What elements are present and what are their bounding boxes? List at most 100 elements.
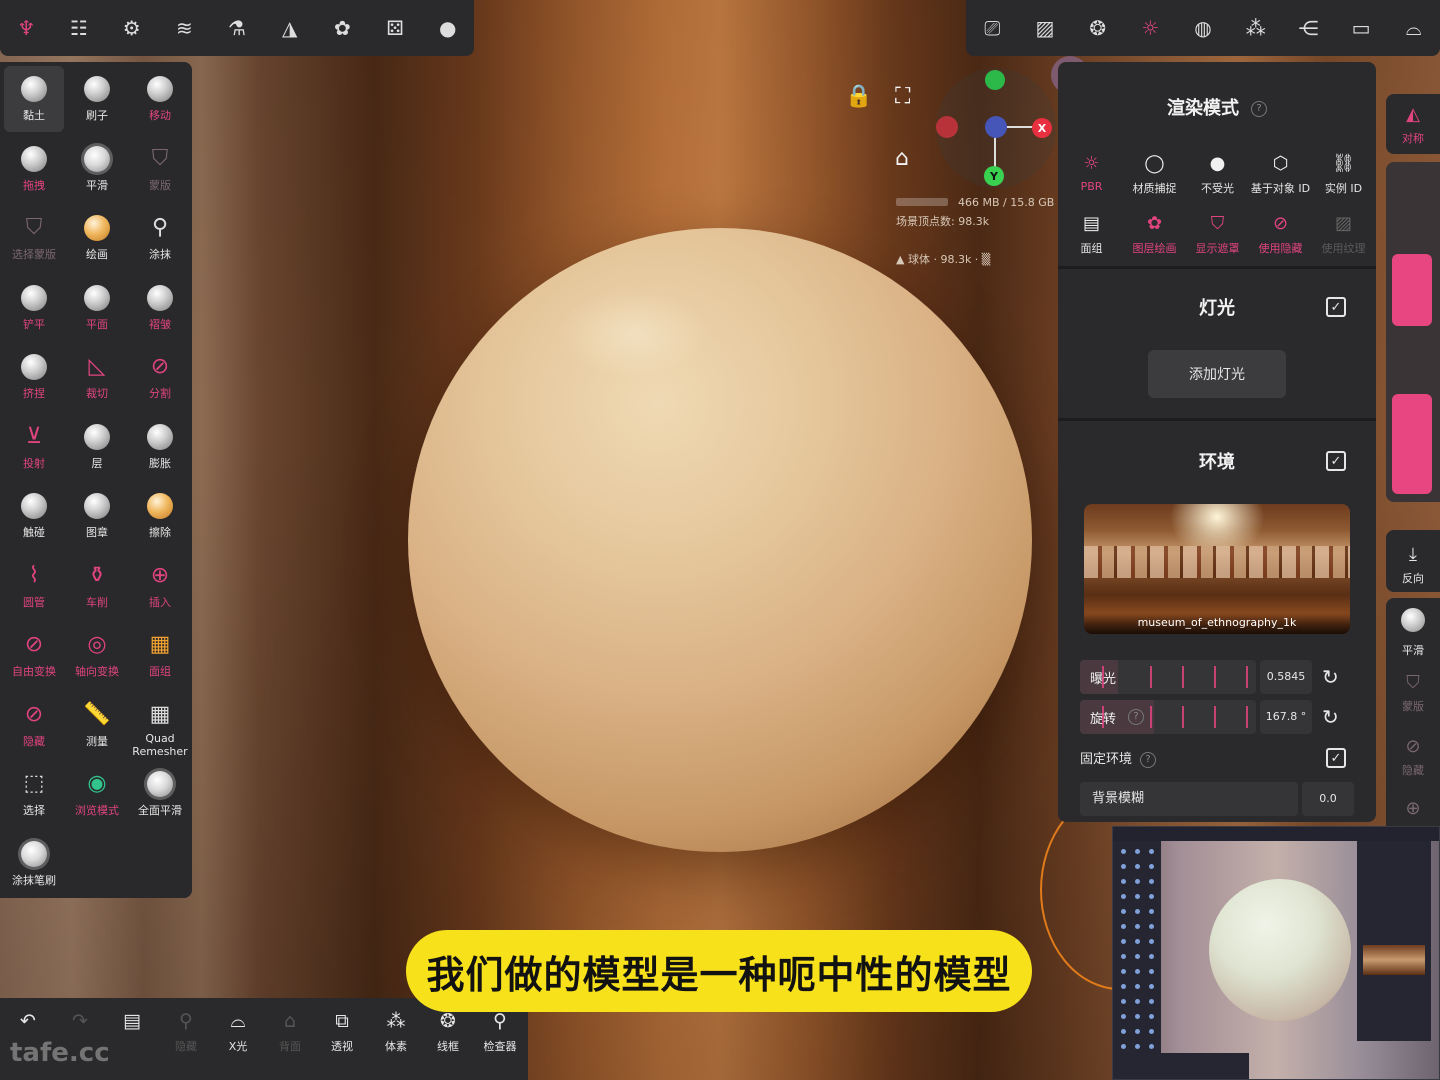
object-info[interactable]: ▲ 球体 · 98.3k · ▒	[896, 251, 990, 267]
tool-21[interactable]: 擦除	[130, 483, 190, 549]
render-mode-option[interactable]: ▤ 面组	[1060, 212, 1123, 268]
bottom-button-7[interactable]: ⧉ 透视	[316, 1010, 368, 1054]
tool-12[interactable]: 褶皱	[130, 275, 190, 341]
shoe-button[interactable]: ⌓	[1387, 0, 1440, 56]
tool-11[interactable]: 平面	[67, 275, 127, 341]
scene-button[interactable]: ♆	[0, 0, 53, 56]
extra-quick-button[interactable]: ⊕	[1386, 798, 1440, 820]
tool-30[interactable]: ▦ Quad Remesher	[130, 692, 190, 758]
share-button[interactable]: ⋲	[1282, 0, 1335, 56]
render-mode-option[interactable]: ⛓ 实例 ID	[1312, 152, 1375, 208]
reverse-button[interactable]: ⤓ 反向	[1386, 544, 1440, 586]
exposure-slider[interactable]: 曝光	[1080, 660, 1256, 694]
tool-24[interactable]: ⊕ 插入	[130, 553, 190, 619]
exposure-reset-icon[interactable]: ↻	[1322, 665, 1339, 689]
axis-x-handle[interactable]: X	[1032, 118, 1052, 138]
tool-27[interactable]: ▦ 面组	[130, 622, 190, 688]
tool-28[interactable]: ⊘ 隐藏	[4, 692, 64, 758]
intensity-slider[interactable]	[1392, 394, 1432, 494]
mask-quick-button[interactable]: ⛉ 蒙版	[1386, 672, 1440, 714]
render-mode-option[interactable]: ⊘ 使用隐藏	[1249, 212, 1312, 268]
tool-33[interactable]: 全面平滑	[130, 761, 190, 827]
render-mode-option[interactable]: ● 不受光	[1186, 152, 1249, 208]
render-mode-option[interactable]: ✿ 图层绘画	[1123, 212, 1186, 268]
tool-1[interactable]: 黏土	[4, 66, 64, 132]
render-mode-option[interactable]: ◯ 材质捕捉	[1123, 152, 1186, 208]
tool-17[interactable]: 层	[67, 414, 127, 480]
rotation-reset-icon[interactable]: ↻	[1322, 705, 1339, 729]
tool-6[interactable]: ⛉ 蒙版	[130, 136, 190, 202]
render-mode-option[interactable]: ☼ PBR	[1060, 152, 1123, 208]
bottom-button-2[interactable]: ↷	[54, 1010, 106, 1038]
environment-checkbox[interactable]: ✓	[1326, 451, 1346, 471]
tool-14[interactable]: ◺ 裁切	[67, 344, 127, 410]
tool-31[interactable]: ⬚ 选择	[4, 761, 64, 827]
help-icon[interactable]: ?	[1128, 709, 1144, 725]
lock-icon[interactable]: 🔒	[845, 84, 872, 109]
tool-3[interactable]: 移动	[130, 66, 190, 132]
bottom-button-5[interactable]: ⌓ X光	[212, 1010, 264, 1054]
sliders-button[interactable]: ☷	[53, 0, 106, 56]
axis-y-handle[interactable]: Y	[984, 166, 1004, 186]
tool-18[interactable]: 膨胀	[130, 414, 190, 480]
tool-26[interactable]: ◎ 轴向变换	[67, 622, 127, 688]
help-icon[interactable]: ?	[1251, 101, 1267, 117]
exposure-value[interactable]: 0.5845	[1260, 660, 1312, 694]
sculpt-sphere[interactable]	[408, 228, 1032, 852]
bottom-button-1[interactable]: ↶	[2, 1010, 54, 1038]
tool-32[interactable]: ◉ 浏览模式	[67, 761, 127, 827]
tool-2[interactable]: 刷子	[67, 66, 127, 132]
material-ball-button[interactable]: ●	[421, 0, 474, 56]
bottom-button-4[interactable]: ⚲ 隐藏	[160, 1010, 212, 1054]
tool-8[interactable]: 绘画	[67, 205, 127, 271]
bottom-button-10[interactable]: ⚲ 检查器	[474, 1010, 526, 1054]
symmetry-button[interactable]: ◮	[263, 0, 316, 56]
tool-34[interactable]: 涂抹笔刷	[4, 831, 64, 897]
symmetry-button[interactable]: ◭ 对称	[1386, 104, 1440, 146]
tool-29[interactable]: 📏 测量	[67, 692, 127, 758]
hdri-thumbnail[interactable]: museum_of_ethnography_1k	[1084, 504, 1350, 634]
rotation-value[interactable]: 167.8 °	[1260, 700, 1312, 734]
tool-4[interactable]: 拖拽	[4, 136, 64, 202]
axis-z-handle[interactable]	[985, 70, 1005, 90]
palette-button[interactable]: ✿	[316, 0, 369, 56]
fixed-environment-checkbox[interactable]: ✓	[1326, 748, 1346, 768]
help-icon[interactable]: ?	[1140, 751, 1157, 768]
tool-20[interactable]: 图章	[67, 483, 127, 549]
tool-16[interactable]: ⊻ 投射	[4, 414, 64, 480]
render-mode-option[interactable]: ⛉ 显示遮罩	[1186, 212, 1249, 268]
bottom-button-6[interactable]: ⌂ 背面	[264, 1010, 316, 1054]
tool-9[interactable]: ⚲ 涂抹	[130, 205, 190, 271]
tool-10[interactable]: 铲平	[4, 275, 64, 341]
smooth-quick-button[interactable]: 平滑	[1386, 608, 1440, 658]
settings-button[interactable]: ⚙	[105, 0, 158, 56]
dice-button[interactable]: ⚄	[369, 0, 422, 56]
radius-slider[interactable]	[1392, 254, 1432, 326]
sun-button[interactable]: ☼	[1124, 0, 1177, 56]
fullscreen-icon[interactable]: ⛶	[895, 84, 910, 109]
tool-13[interactable]: 挤捏	[4, 344, 64, 410]
tool-7[interactable]: ⛉ 选择蒙版	[4, 205, 64, 271]
tool-22[interactable]: ⌇ 圆管	[4, 553, 64, 619]
image-button[interactable]: ▨	[1019, 0, 1072, 56]
bottom-button-9[interactable]: ❂ 线框	[422, 1010, 474, 1054]
tool-23[interactable]: ⚱ 车削	[67, 553, 127, 619]
home-icon[interactable]: ⌂	[895, 146, 909, 171]
tool-19[interactable]: 触碰	[4, 483, 64, 549]
aperture-button[interactable]: ❂	[1071, 0, 1124, 56]
flask-button[interactable]: ⚗	[211, 0, 264, 56]
background-blur-value[interactable]: 0.0	[1302, 782, 1354, 816]
axis-neg-z-handle[interactable]	[985, 116, 1007, 138]
lights-checkbox[interactable]: ✓	[1326, 297, 1346, 317]
hide-quick-button[interactable]: ⊘ 隐藏	[1386, 736, 1440, 778]
tool-15[interactable]: ⊘ 分割	[130, 344, 190, 410]
add-light-button[interactable]: 添加灯光	[1148, 350, 1286, 398]
render-mode-option[interactable]: ⬡ 基于对象 ID	[1249, 152, 1312, 208]
axis-neg-x-handle[interactable]	[936, 116, 958, 138]
background-blur-field[interactable]: 背景模糊	[1080, 782, 1298, 816]
axis-gizmo[interactable]: X Y	[936, 68, 1056, 188]
tool-5[interactable]: 平滑	[67, 136, 127, 202]
layers-button[interactable]: ≋	[158, 0, 211, 56]
camera-button[interactable]: ⎚	[966, 0, 1019, 56]
tool-25[interactable]: ⊘ 自由变换	[4, 622, 64, 688]
